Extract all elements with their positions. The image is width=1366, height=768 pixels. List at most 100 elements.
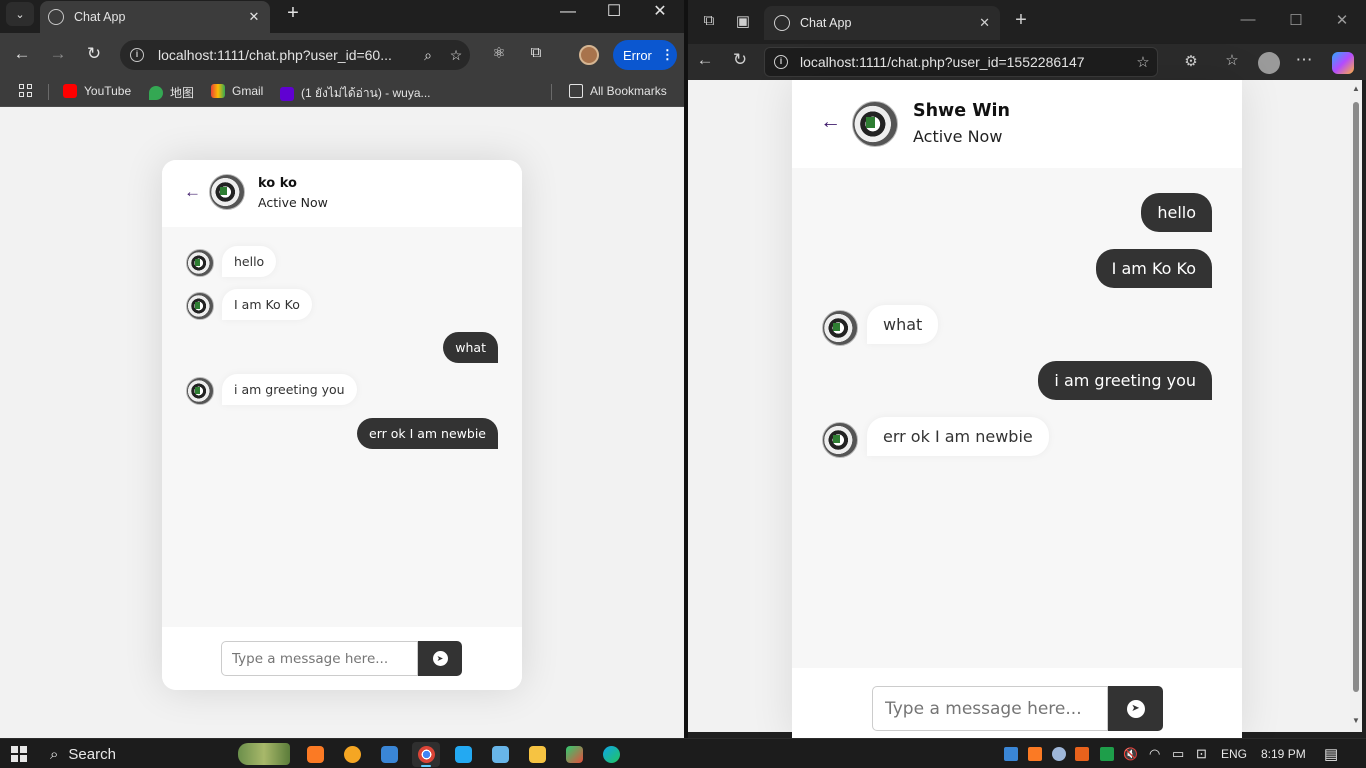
menu-dots-icon: ⋮ — [660, 47, 674, 62]
new-tab-button[interactable]: + — [1010, 9, 1032, 32]
close-window-button[interactable]: ✕ — [1330, 11, 1354, 29]
profile-avatar[interactable] — [579, 45, 599, 65]
left-tab-chat-app[interactable]: Chat App ✕ — [40, 1, 270, 33]
avatar — [822, 310, 858, 346]
zoom-icon[interactable]: ⌕ — [414, 47, 442, 64]
outgoing-message: i am greeting you — [1038, 361, 1212, 400]
site-info-icon[interactable]: i — [130, 48, 144, 62]
chrome-app-icon[interactable] — [412, 742, 440, 767]
scroll-up-icon[interactable]: ▲ — [1352, 84, 1360, 93]
left-toolbar: ← → ↻ i localhost:1111/chat.php?user_id=… — [0, 33, 684, 77]
chat-messages-area[interactable]: hello I am Ko Ko what i am greeting you … — [162, 227, 522, 627]
close-tab-icon[interactable]: ✕ — [246, 9, 262, 25]
extensions-icon[interactable]: ⧉ — [525, 44, 547, 61]
new-tab-button[interactable]: + — [282, 3, 304, 23]
maximize-button[interactable]: ☐ — [1284, 11, 1308, 29]
incoming-message: err ok I am newbie — [867, 417, 1049, 456]
bookmark-label: YouTube — [84, 84, 132, 98]
chat-user-name: ko ko — [258, 176, 297, 191]
react-extension-icon[interactable]: ⚛ — [488, 44, 510, 62]
profile-avatar[interactable] — [1258, 52, 1280, 74]
tray-app-icon[interactable] — [1004, 747, 1018, 761]
notepad-app-icon[interactable] — [486, 742, 514, 767]
tab-search-chevron-icon[interactable]: ⌄ — [6, 2, 34, 26]
chat-messages-area[interactable]: hello I am Ko Ko what i am greeting you … — [792, 168, 1242, 668]
reload-icon[interactable]: ↻ — [83, 43, 105, 65]
message-input[interactable] — [221, 641, 418, 676]
right-tab-chat-app[interactable]: Chat App ✕ — [764, 6, 1000, 40]
globe-icon — [774, 15, 790, 31]
error-button[interactable]: Error ⋮ — [613, 40, 677, 70]
tray-xampp-icon[interactable] — [1028, 747, 1042, 761]
close-tab-icon[interactable]: ✕ — [979, 15, 990, 31]
close-window-button[interactable]: ✕ — [637, 3, 683, 23]
right-address-bar[interactable]: i localhost:1111/chat.php?user_id=155228… — [764, 47, 1158, 77]
chat-header: ← ko ko Active Now — [162, 160, 522, 227]
incoming-message: what — [867, 305, 939, 344]
error-label: Error — [623, 47, 652, 63]
outgoing-message: err ok I am newbie — [357, 418, 498, 449]
security-icon[interactable] — [1100, 747, 1114, 761]
page-scrollbar[interactable]: ▲ ▼ — [1350, 80, 1362, 732]
windows-start-icon[interactable] — [11, 746, 27, 762]
all-bookmarks-button[interactable]: All Bookmarks — [569, 84, 667, 98]
vscode-app-icon[interactable] — [449, 742, 477, 767]
avatar — [186, 249, 214, 277]
minimize-button[interactable]: — — [545, 3, 591, 23]
bookmark-gmail[interactable]: Gmail — [211, 84, 263, 98]
maximize-button[interactable]: ☐ — [591, 3, 637, 23]
tab-actions-icon[interactable]: ▣ — [734, 12, 752, 30]
left-chat-card: ← ko ko Active Now hello I am Ko Ko what… — [162, 160, 522, 690]
workspaces-icon[interactable]: ⧉ — [700, 12, 718, 29]
remote-desktop-icon[interactable] — [375, 742, 403, 767]
scrollbar-thumb[interactable] — [1353, 102, 1359, 692]
settings-more-icon[interactable]: ⋯ — [1294, 50, 1314, 70]
favorites-icon[interactable]: ☆ — [1222, 51, 1242, 69]
volume-muted-icon[interactable]: 🔇 — [1123, 739, 1138, 768]
xampp-app-icon[interactable] — [301, 742, 329, 767]
notifications-icon[interactable]: ▤ — [1324, 739, 1338, 768]
send-button[interactable]: ➤ — [1108, 686, 1163, 731]
bookmark-star-icon[interactable]: ☆ — [442, 47, 470, 64]
back-arrow-icon[interactable]: ← — [184, 182, 201, 202]
search-highlight-image[interactable] — [238, 743, 290, 765]
chat-user-name: Shwe Win — [913, 101, 1010, 121]
send-button[interactable]: ➤ — [418, 641, 462, 676]
outgoing-message: I am Ko Ko — [1095, 249, 1212, 288]
back-icon[interactable]: ← — [11, 43, 33, 65]
back-icon[interactable]: ← — [694, 50, 716, 70]
onedrive-icon[interactable] — [1052, 747, 1066, 761]
chat-header: ← Shwe Win Active Now — [792, 80, 1242, 168]
chat-user-status: Active Now — [258, 195, 328, 210]
reload-icon[interactable]: ↻ — [729, 50, 751, 70]
right-tab-strip: ⧉ ▣ Chat App ✕ + — ☐ ✕ — [688, 0, 1366, 44]
scroll-down-icon[interactable]: ▼ — [1352, 716, 1360, 725]
clock[interactable]: 8:19 PM — [1261, 739, 1306, 768]
message-input[interactable] — [872, 686, 1108, 731]
bookmark-maps[interactable]: 地图 — [149, 84, 194, 101]
right-chat-card: ← Shwe Win Active Now hello I am Ko Ko w… — [792, 80, 1242, 738]
site-info-icon[interactable]: i — [774, 55, 788, 69]
extensions-icon[interactable]: ⚙ — [1181, 52, 1201, 70]
wifi-icon[interactable]: ◠ — [1149, 739, 1160, 768]
display-icon[interactable]: ⊡ — [1196, 739, 1207, 768]
forward-icon[interactable]: → — [47, 43, 69, 65]
back-arrow-icon[interactable]: ← — [820, 110, 841, 134]
battery-icon[interactable]: ▭ — [1172, 739, 1184, 768]
bookmark-yahoo[interactable]: (1 ยังไม่ได้อ่าน) - wuya... — [280, 84, 431, 103]
bookmark-youtube[interactable]: YouTube — [63, 84, 131, 98]
copilot-icon[interactable] — [1332, 52, 1354, 74]
left-tab-title: Chat App — [74, 10, 126, 24]
edge-app-icon[interactable] — [597, 742, 625, 767]
app-icon[interactable] — [338, 742, 366, 767]
language-indicator[interactable]: ENG — [1221, 739, 1247, 768]
tray-app-icon[interactable] — [1075, 747, 1089, 761]
favorite-star-icon[interactable]: ☆ — [1129, 53, 1157, 71]
app-icon[interactable] — [560, 742, 588, 767]
file-explorer-icon[interactable] — [523, 742, 551, 767]
left-address-bar[interactable]: i localhost:1111/chat.php?user_id=60... … — [120, 40, 470, 70]
bookmark-label: Gmail — [232, 84, 264, 98]
search-label: Search — [68, 745, 116, 763]
minimize-button[interactable]: — — [1236, 11, 1260, 28]
apps-grid-icon[interactable] — [19, 84, 33, 98]
